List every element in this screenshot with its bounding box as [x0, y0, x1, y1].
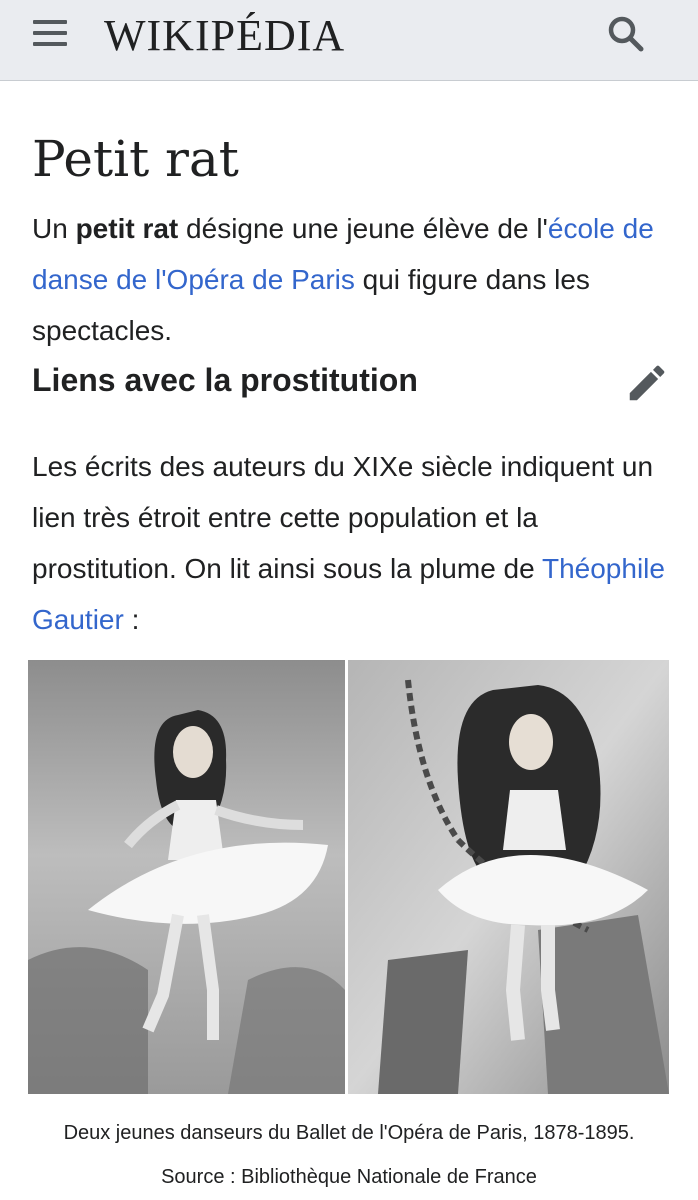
intro-middle: désigne une jeune élève de l' — [178, 213, 548, 244]
top-bar: WIKIPÉDIA — [0, 0, 698, 81]
section-heading: Liens avec la prostitution — [32, 362, 418, 398]
pencil-edit-icon[interactable] — [624, 360, 670, 406]
intro-prefix: Un — [32, 213, 76, 244]
figure-caption: Deux jeunes danseurs du Ballet de l'Opér… — [63, 1122, 635, 1144]
wikipedia-wordmark[interactable]: WIKIPÉDIA — [104, 10, 345, 61]
photo-dancer-left[interactable] — [28, 660, 345, 1094]
intro-bold-term: petit rat — [75, 213, 179, 244]
section-paragraph: Les écrits des auteurs du XIXe siècle in… — [32, 441, 672, 645]
photo-dancer-right[interactable] — [348, 660, 669, 1094]
search-icon[interactable] — [604, 12, 648, 56]
section-paragraph-suffix: : — [123, 604, 140, 635]
figure-source: Source : Bibliothèque Nationale de Franc… — [161, 1166, 537, 1188]
hamburger-menu-icon[interactable] — [31, 18, 71, 50]
figure — [28, 660, 670, 1096]
intro-paragraph: Un petit rat désigne une jeune élève de … — [32, 203, 672, 356]
page-title: Petit rat — [32, 130, 239, 188]
